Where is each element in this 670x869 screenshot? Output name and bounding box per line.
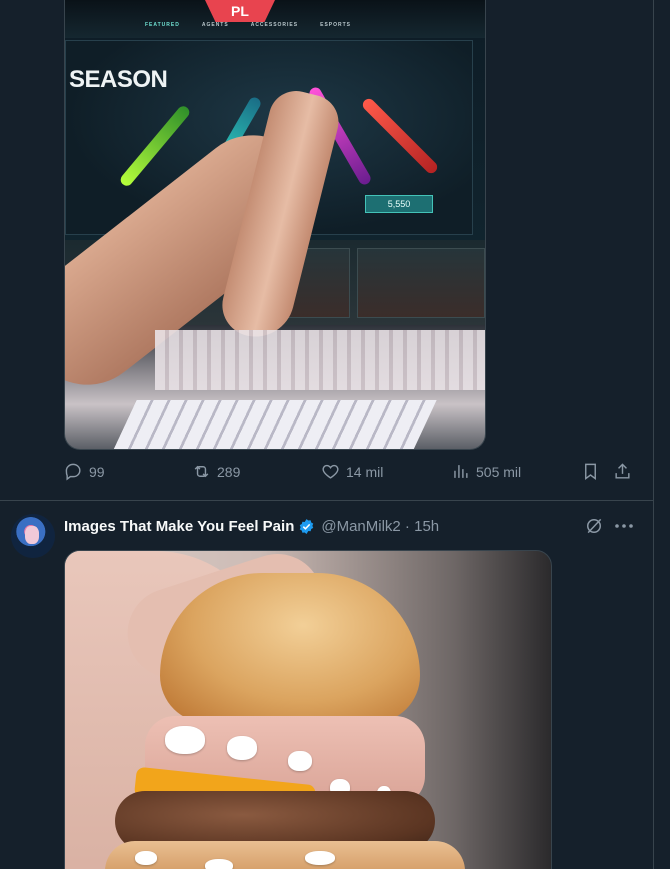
game-logo: PL: [205, 0, 275, 22]
game-tab: ACCESSORIES: [250, 22, 299, 28]
game-tab: ESPORTS: [320, 22, 352, 28]
tweet-action-bar: 99 289 14 mil 505 mil: [64, 462, 644, 492]
game-tab: FEATURED: [145, 22, 180, 28]
like-button[interactable]: 14 mil: [321, 462, 383, 481]
repost-button[interactable]: 289: [192, 462, 240, 481]
heart-icon: [322, 464, 339, 479]
bundle-price: 5,550: [365, 195, 433, 213]
share-icon: [615, 463, 630, 479]
author-handle-time[interactable]: @ManMilk2 · 15h: [321, 518, 439, 535]
avatar[interactable]: [11, 514, 55, 558]
bottom-bun: [105, 841, 465, 869]
tweet-media-image-burger-foot[interactable]: [64, 550, 552, 869]
bookmark-icon: [585, 463, 596, 481]
more-options-icon[interactable]: [612, 516, 636, 536]
reply-count: 99: [89, 463, 105, 480]
game-tab: AGENTS: [201, 22, 229, 28]
reply-button[interactable]: 99: [64, 462, 105, 481]
toenail: [305, 851, 335, 865]
like-count: 14 mil: [346, 463, 384, 480]
toenail: [135, 851, 157, 865]
timeline-right-border: [653, 0, 654, 869]
lace-fabric: [155, 330, 485, 390]
game-tabs: FEATURED AGENTS ACCESSORIES ESPORTS: [145, 22, 351, 28]
grok-icon[interactable]: [584, 516, 604, 536]
toenail: [288, 751, 312, 771]
author-name[interactable]: Images That Make You Feel Pain: [64, 518, 294, 535]
game-top-bar: [65, 0, 485, 38]
tweet-divider: [0, 500, 653, 501]
game-season-title: SEASON: [69, 66, 168, 93]
store-card: [357, 248, 485, 318]
keyboard: [113, 400, 437, 449]
tweet-header: Images That Make You Feel Pain @ManMilk2…: [64, 515, 439, 537]
share-button[interactable]: [613, 462, 632, 481]
reply-icon: [65, 463, 81, 481]
toenail: [165, 726, 205, 754]
top-bun: [160, 573, 420, 723]
toenail: [205, 859, 233, 869]
verified-badge-icon: [300, 518, 314, 534]
views-button[interactable]: 505 mil: [451, 462, 521, 481]
views-count: 505 mil: [476, 463, 522, 480]
views-chart-icon: [454, 465, 468, 478]
tweet-media-image-valorant-store[interactable]: PL FEATURED AGENTS ACCESSORIES ESPORTS S…: [64, 0, 486, 450]
repost-icon: [194, 465, 209, 478]
repost-count: 289: [217, 463, 241, 480]
toenail: [227, 736, 257, 760]
bookmark-button[interactable]: [581, 462, 600, 481]
